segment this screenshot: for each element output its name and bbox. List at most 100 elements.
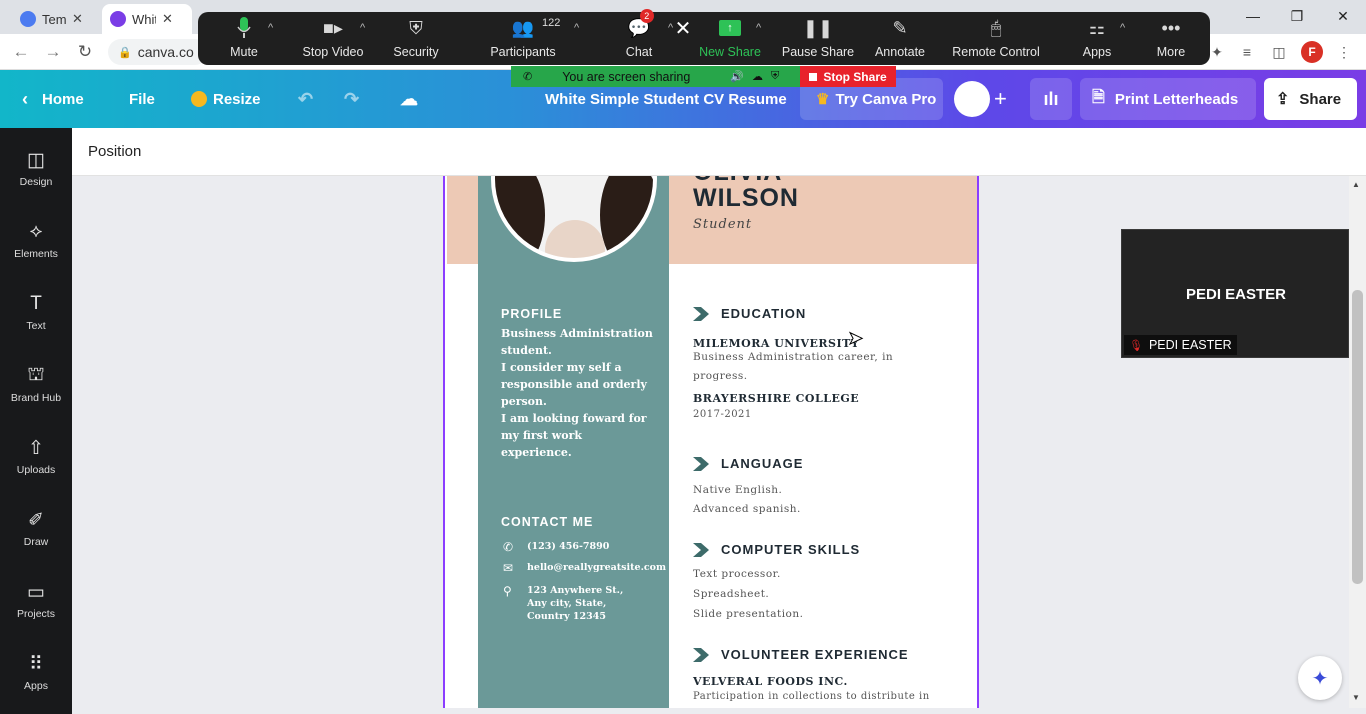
sidebar-item-design[interactable]: ◫ Design <box>0 144 72 204</box>
skills-list[interactable]: Text processor. Spreadsheet. Slide prese… <box>693 564 803 624</box>
side-panel-icon[interactable]: ◫ <box>1269 42 1289 62</box>
sidebar-item-label: Elements <box>14 248 58 260</box>
screen-sharing-status-bar[interactable]: ✆ You are screen sharing 🔊 ☁ ⛨ <box>511 66 800 87</box>
participant-count: 122 <box>542 17 561 29</box>
user-avatar[interactable] <box>954 81 990 117</box>
context-toolbar <box>72 128 1366 176</box>
extensions-icon[interactable]: ✦ <box>1207 42 1227 62</box>
sidebar-item-uploads[interactable]: ⇧ Uploads <box>0 432 72 492</box>
cloud-save-icon[interactable]: ☁ <box>400 70 418 128</box>
browser-tab[interactable]: Temp ✕ <box>12 4 100 34</box>
scroll-up-arrow-icon[interactable]: ▲ <box>1352 180 1360 189</box>
volunteer-heading[interactable]: VOLUNTEER EXPERIENCE <box>693 647 909 662</box>
sidebar-item-projects[interactable]: ▭ Projects <box>0 576 72 636</box>
sidebar-item-label: Brand Hub <box>10 392 62 404</box>
contact-email[interactable]: ✉ hello@reallygreatsite.com <box>503 561 666 575</box>
resume-last-name[interactable]: WILSON <box>693 184 799 213</box>
volunteer-desc[interactable]: Participation in collections to distribu… <box>693 687 930 706</box>
desc-line: progress. <box>693 370 748 382</box>
apps-caret-icon[interactable]: ^ <box>1120 22 1125 34</box>
add-collaborator-icon[interactable]: + <box>994 86 1007 112</box>
reload-icon[interactable]: ↻ <box>72 40 98 64</box>
contact-phone[interactable]: ✆ (123) 456-7890 <box>503 540 609 554</box>
print-letterheads-button[interactable]: 🗎 Print Letterheads <box>1080 78 1256 120</box>
security-button[interactable]: ⛨ Security <box>391 12 441 65</box>
sidebar-item-brand-hub[interactable]: ⛫ Brand Hub <box>0 360 72 420</box>
back-icon[interactable]: ← <box>8 40 34 64</box>
more-button[interactable]: ••• More <box>1154 12 1188 65</box>
school-1-desc[interactable]: Business Administration career, in progr… <box>693 348 893 386</box>
more-label: More <box>1156 45 1186 59</box>
media-control-icon[interactable]: ≡ <box>1237 42 1257 62</box>
close-window-icon[interactable]: ✕ <box>1320 0 1366 32</box>
computer-skills-heading[interactable]: COMPUTER SKILLS <box>693 542 860 557</box>
file-menu[interactable]: File <box>129 70 155 128</box>
minimize-window-icon[interactable]: — <box>1230 0 1276 32</box>
resize-button[interactable]: Resize <box>191 70 261 128</box>
scrollbar-thumb[interactable] <box>1352 290 1363 584</box>
participant-video-tile[interactable]: PEDI EASTER 🎙 PEDI EASTER <box>1121 229 1349 358</box>
share-button[interactable]: ⇪ Share <box>1264 78 1357 120</box>
stop-video-button[interactable]: ■▸ Stop Video <box>298 12 368 65</box>
annotate-button[interactable]: ✎ Annotate <box>874 12 926 65</box>
video-options-caret-icon[interactable]: ^ <box>360 22 365 34</box>
share-caret-icon[interactable]: ^ <box>756 22 761 34</box>
resume-role[interactable]: Student <box>693 217 752 232</box>
magic-assistant-icon[interactable]: ✦ <box>1298 656 1342 700</box>
sidebar-item-label: Projects <box>17 608 55 620</box>
mute-options-caret-icon[interactable]: ^ <box>268 22 273 34</box>
contact-heading[interactable]: CONTACT ME <box>501 515 593 529</box>
scroll-down-arrow-icon[interactable]: ▼ <box>1352 693 1360 702</box>
resume-page[interactable]: OLIVIA WILSON Student PROFILE Business A… <box>443 176 979 708</box>
profile-photo[interactable] <box>491 176 657 262</box>
forward-icon[interactable]: → <box>40 40 66 64</box>
shield-icon: ⛨ <box>409 17 423 38</box>
mute-label: Mute <box>230 45 258 59</box>
close-toolbar-icon[interactable]: ✕ <box>672 12 694 65</box>
participants-caret-icon[interactable]: ^ <box>574 22 579 34</box>
home-button[interactable]: ‹ Home <box>22 70 84 128</box>
phone-text: (123) 456-7890 <box>527 541 610 552</box>
url-field[interactable]: 🔒 canva.co <box>108 39 208 65</box>
remote-control-button[interactable]: 🖱 Remote Control <box>952 12 1040 65</box>
browser-tab-active[interactable]: Whit ✕ <box>102 4 192 34</box>
school-2-name[interactable]: BRAYERSHIRE COLLEGE <box>693 392 859 405</box>
redo-icon[interactable]: ↷ <box>344 70 359 128</box>
mute-button[interactable]: Mute <box>220 12 268 65</box>
stop-share-button[interactable]: Stop Share <box>800 66 896 87</box>
language-heading[interactable]: LANGUAGE <box>693 456 803 471</box>
address-line: Any city, State, <box>527 598 607 609</box>
insights-icon[interactable]: ılı <box>1030 78 1072 120</box>
new-share-button[interactable]: ↑ New Share <box>699 12 761 65</box>
position-button[interactable]: Position <box>88 143 141 160</box>
profile-text[interactable]: Business Administration student. I consi… <box>501 325 653 461</box>
sidebar-item-draw[interactable]: ✐ Draw <box>0 504 72 564</box>
pause-share-button[interactable]: ❚❚ Pause Share <box>782 12 854 65</box>
profile-heading[interactable]: PROFILE <box>501 307 562 321</box>
sidebar-item-elements[interactable]: ⟡ Elements <box>0 216 72 276</box>
phone-icon: ✆ <box>503 540 514 554</box>
skill-item: Spreadsheet. <box>693 588 770 600</box>
photo-hair-right <box>600 176 653 258</box>
restore-window-icon[interactable]: ❐ <box>1274 0 1320 32</box>
chat-button[interactable]: 💬 2 Chat <box>622 9 656 65</box>
tab-title: Temp <box>42 11 66 27</box>
profile-avatar[interactable]: F <box>1301 41 1323 63</box>
close-tab-icon[interactable]: ✕ <box>162 11 173 27</box>
sidebar-item-text[interactable]: T Text <box>0 288 72 348</box>
sidebar-item-apps[interactable]: ⠿ Apps <box>0 648 72 708</box>
profile-line: responsible and orderly <box>501 378 647 391</box>
close-tab-icon[interactable]: ✕ <box>72 11 83 27</box>
language-item: Native English. <box>693 484 783 496</box>
contact-address[interactable]: ⚲ 123 Anywhere St., Any city, State, Cou… <box>503 584 623 623</box>
education-heading[interactable]: EDUCATION <box>693 306 806 321</box>
apps-button[interactable]: ⚏ Apps <box>1082 12 1112 65</box>
chevron-right-icon <box>693 456 709 471</box>
undo-icon[interactable]: ↶ <box>298 70 313 128</box>
browser-menu-icon[interactable]: ⋮ <box>1334 42 1354 62</box>
upload-share-icon: ⇪ <box>1276 91 1290 108</box>
languages-list[interactable]: Native English. Advanced spanish. <box>693 481 801 519</box>
phone-icon: ✆ <box>523 71 533 83</box>
school-2-years[interactable]: 2017-2021 <box>693 405 752 424</box>
crown-icon: ♛ <box>816 91 830 108</box>
